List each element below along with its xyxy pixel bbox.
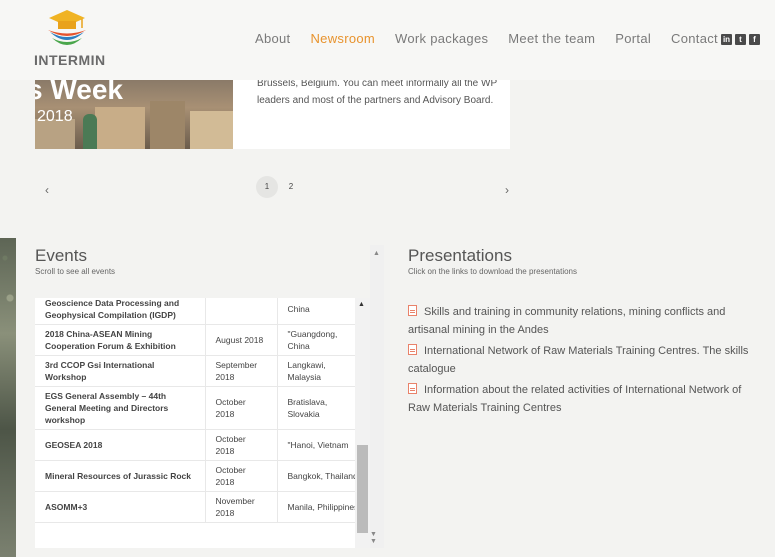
event-name: 3rd CCOP Gsi International Workshop [35, 355, 206, 387]
intermin-logo[interactable]: INTERMIN [34, 8, 106, 70]
events-scrollbar[interactable]: ▲ [355, 298, 370, 548]
linkedin-icon[interactable]: in [721, 34, 732, 45]
next-arrow[interactable]: › [505, 183, 509, 197]
event-date: October 2018 [205, 386, 278, 430]
nav-work-packages[interactable]: Work packages [395, 31, 488, 46]
presentations-list: Skills and training in community relatio… [408, 303, 753, 420]
event-date: October 2018 [205, 460, 278, 492]
pagination: 1 2 [256, 176, 302, 198]
background-texture [0, 238, 16, 557]
event-name: GEOSEA 2018 [35, 429, 206, 461]
main-nav: About Newsroom Work packages Meet the te… [255, 31, 738, 46]
event-date: September 2018 [205, 355, 278, 387]
outer-scroll-down-icon[interactable]: ▼ ▼ [370, 531, 384, 545]
table-row: 3rd CCOP Gsi International Workshop Septe… [35, 355, 370, 387]
events-table-container[interactable]: Geoscience Data Processing and Geophysic… [35, 298, 370, 548]
table-row: ASOMM+3 November 2018 Manila, Philippines [35, 491, 370, 523]
event-name: Geoscience Data Processing and Geophysic… [35, 298, 206, 325]
event-date: August 2018 [205, 324, 278, 356]
event-name: 2018 China-ASEAN Mining Cooperation Foru… [35, 324, 206, 356]
pdf-icon [408, 305, 417, 316]
events-panel: Geoscience Data Processing and Geophysic… [35, 245, 385, 548]
presentation-link[interactable]: Skills and training in community relatio… [408, 303, 753, 339]
table-row: 2018 China-ASEAN Mining Cooperation Foru… [35, 324, 370, 356]
presentations-title: Presentations [408, 246, 512, 265]
page-2[interactable]: 2 [280, 176, 302, 198]
pdf-icon [408, 383, 417, 394]
twitter-icon[interactable]: t [735, 34, 746, 45]
event-date: November 2018 [205, 491, 278, 523]
prev-arrow[interactable]: ‹ [45, 183, 49, 197]
pdf-icon [408, 344, 417, 355]
table-row: Geoscience Data Processing and Geophysic… [35, 298, 370, 325]
statue-figure [83, 114, 97, 149]
logo-text: INTERMIN [34, 52, 106, 68]
news-excerpt-text: Brussels, Belgium. You can meet informal… [257, 78, 497, 106]
presentation-link-text[interactable]: International Network of Raw Materials T… [408, 345, 748, 375]
event-date [205, 298, 278, 325]
presentations-subtitle: Click on the links to download the prese… [408, 267, 577, 276]
news-image-year: 2018 [37, 108, 73, 125]
presentation-link[interactable]: International Network of Raw Materials T… [408, 342, 753, 378]
presentation-link-text[interactable]: Skills and training in community relatio… [408, 306, 725, 336]
event-name: ASOMM+3 [35, 491, 206, 523]
presentation-link-text[interactable]: Information about the related activities… [408, 384, 741, 414]
nav-contact[interactable]: Contact [671, 31, 718, 46]
presentation-link[interactable]: Information about the related activities… [408, 381, 753, 417]
nav-portal[interactable]: Portal [615, 31, 651, 46]
nav-newsroom[interactable]: Newsroom [310, 31, 375, 46]
scroll-up-arrow-icon[interactable]: ▲ [358, 301, 365, 308]
facebook-icon[interactable]: f [749, 34, 760, 45]
nav-about[interactable]: About [255, 31, 290, 46]
event-name: EGS General Assembly – 44th General Meet… [35, 386, 206, 430]
event-name: Mineral Resources of Jurassic Rock [35, 460, 206, 492]
social-links: in t f [721, 34, 760, 45]
scrollbar-thumb[interactable] [357, 445, 368, 533]
logo-graduation-cap-icon [48, 10, 86, 45]
outer-scroll-up-icon[interactable]: ▲ [373, 250, 380, 257]
news-excerpt: Brussels, Belgium. You can meet informal… [233, 78, 510, 149]
event-date: October 2018 [205, 429, 278, 461]
news-image-title: s Week [35, 80, 123, 105]
news-image[interactable]: s Week 2018 [35, 80, 233, 149]
outer-scrollbar[interactable]: ▲ ▼ ▼ [370, 245, 384, 548]
table-row: EGS General Assembly – 44th General Meet… [35, 386, 370, 430]
site-header: INTERMIN About Newsroom Work packages Me… [0, 0, 775, 80]
nav-meet-the-team[interactable]: Meet the team [508, 31, 595, 46]
table-row: Mineral Resources of Jurassic Rock Octobe… [35, 460, 370, 492]
events-table: Geoscience Data Processing and Geophysic… [35, 298, 370, 523]
page-1[interactable]: 1 [256, 176, 278, 198]
table-row: GEOSEA 2018 October 2018 "Hanoi, Vietnam [35, 429, 370, 461]
